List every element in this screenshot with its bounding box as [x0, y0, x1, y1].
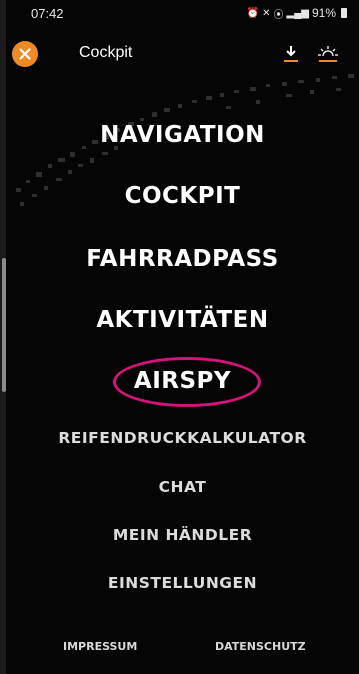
mute-icon: ✕	[262, 7, 271, 19]
menu-item-mein-haendler[interactable]: MEIN HÄNDLER	[6, 526, 359, 544]
lte-signal-icon: ▂▄▆	[286, 7, 309, 19]
menu-item-aktivitaeten[interactable]: AKTIVITÄTEN	[6, 307, 359, 333]
page-title: Cockpit	[79, 44, 133, 61]
brightness-button[interactable]	[317, 44, 339, 64]
phone-frame: 07:42 ⏰ ✕ ⦿ ▂▄▆ 91% Cockpit NAVIGATION C…	[0, 0, 359, 674]
download-icon	[284, 46, 298, 62]
status-icons: ⏰ ✕ ⦿ ▂▄▆ 91%	[247, 6, 347, 21]
status-bar: 07:42 ⏰ ✕ ⦿ ▂▄▆ 91%	[6, 0, 359, 26]
menu-item-cockpit[interactable]: COCKPIT	[6, 183, 359, 209]
menu-item-fahrradpass[interactable]: FAHRRADPASS	[6, 246, 359, 272]
datenschutz-link[interactable]: DATENSCHUTZ	[215, 640, 306, 653]
menu-item-navigation[interactable]: NAVIGATION	[6, 122, 359, 148]
brightness-icon	[318, 46, 338, 62]
close-button[interactable]	[12, 41, 38, 67]
app-header: Cockpit	[6, 34, 359, 74]
alarm-icon: ⏰	[246, 7, 260, 19]
menu-item-chat[interactable]: CHAT	[6, 478, 359, 496]
impressum-link[interactable]: IMPRESSUM	[63, 640, 137, 653]
menu-item-einstellungen[interactable]: EINSTELLUNGEN	[6, 574, 359, 592]
close-icon	[19, 48, 31, 60]
status-time: 07:42	[31, 5, 64, 21]
menu-item-reifendruckkalkulator[interactable]: REIFENDRUCKKALKULATOR	[6, 429, 359, 447]
footer: IMPRESSUM DATENSCHUTZ	[6, 640, 359, 660]
menu-item-airspy[interactable]: AIRSPY	[6, 368, 359, 394]
download-button[interactable]	[282, 44, 300, 64]
location-icon: ⦿	[273, 9, 284, 21]
app-screen: 07:42 ⏰ ✕ ⦿ ▂▄▆ 91% Cockpit NAVIGATION C…	[6, 0, 359, 674]
battery-percent: 91%	[311, 6, 336, 20]
battery-icon	[341, 8, 347, 18]
